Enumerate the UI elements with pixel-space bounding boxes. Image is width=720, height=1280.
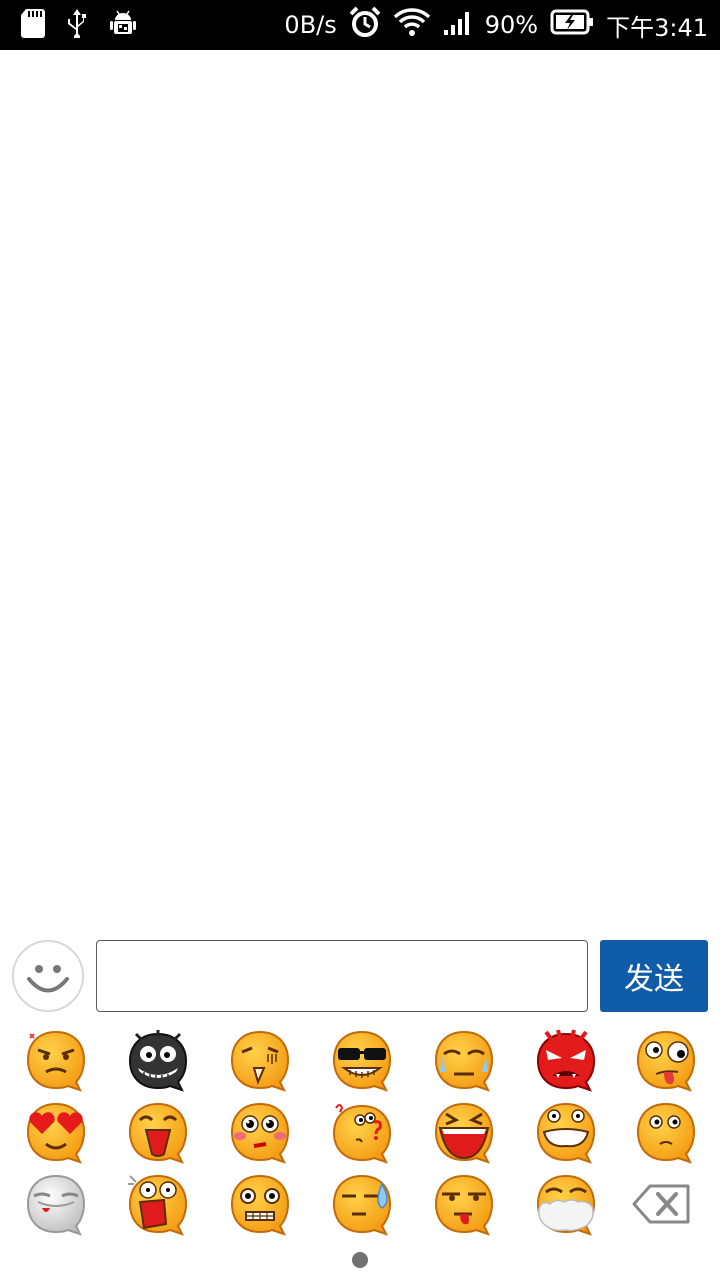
alarm-icon [349, 6, 381, 44]
emoji-laughing[interactable] [126, 1100, 190, 1164]
input-bar: 发送 [0, 932, 720, 1018]
usb-icon [64, 8, 90, 42]
battery-percent: 90% [484, 11, 539, 39]
emoji-sunglasses[interactable] [330, 1028, 394, 1092]
chat-content-area [0, 50, 720, 930]
net-speed: 0B/s [284, 11, 337, 39]
message-input[interactable] [96, 940, 588, 1012]
emoji-crying[interactable] [432, 1028, 496, 1092]
emoji-row [0, 1028, 720, 1100]
smiley-icon [27, 965, 69, 993]
battery-charging-icon [550, 8, 594, 42]
emoji-row [0, 1100, 720, 1172]
emoji-annoyed[interactable] [24, 1028, 88, 1092]
emoji-row [0, 1172, 720, 1244]
backspace-icon[interactable] [630, 1172, 694, 1236]
status-bar: 0B/s 90% 下午3:41 [0, 0, 720, 50]
emoji-blushing[interactable] [228, 1100, 292, 1164]
signal-icon [443, 8, 473, 42]
wifi-icon [393, 7, 431, 43]
status-left-icons [20, 8, 138, 42]
emoji-dark-grin[interactable] [126, 1028, 190, 1092]
emoji-panel [0, 1022, 720, 1244]
emoji-toggle-button[interactable] [12, 940, 84, 1012]
screen: 0B/s 90% 下午3:41 发送 [0, 0, 720, 1280]
emoji-ghost-tongue[interactable] [24, 1172, 88, 1236]
emoji-question[interactable] [330, 1100, 394, 1164]
emoji-crazy-tongue[interactable] [634, 1028, 698, 1092]
emoji-pale-mask[interactable] [534, 1172, 598, 1236]
emoji-shocked[interactable] [126, 1172, 190, 1236]
sd-card-icon [20, 8, 46, 42]
status-right: 0B/s 90% 下午3:41 [284, 6, 708, 44]
emoji-angry-devil[interactable] [534, 1028, 598, 1092]
emoji-heart-eyes[interactable] [24, 1100, 88, 1164]
emoji-big-laugh[interactable] [432, 1100, 496, 1164]
android-debug-icon [108, 8, 138, 42]
clock: 下午3:41 [606, 13, 708, 42]
emoji-scared[interactable] [228, 1172, 292, 1236]
emoji-grimace[interactable] [534, 1100, 598, 1164]
emoji-surprised[interactable] [634, 1100, 698, 1164]
send-button[interactable]: 发送 [600, 940, 708, 1012]
emoji-bored-tongue[interactable] [432, 1172, 496, 1236]
emoji-tongue-out[interactable] [228, 1028, 292, 1092]
page-indicator-dot[interactable] [352, 1252, 368, 1268]
emoji-sweat[interactable] [330, 1172, 394, 1236]
